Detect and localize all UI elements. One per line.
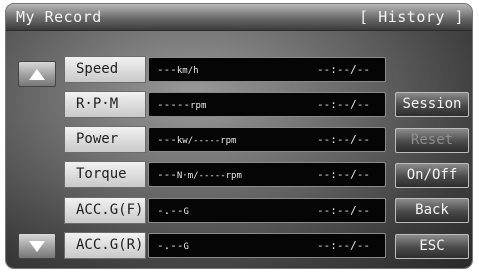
row-label: Power	[64, 126, 146, 153]
page-title: My Record	[16, 8, 102, 26]
row-value-box: -.--G --:--/--	[148, 233, 386, 258]
row-label: ACC.G(F)	[64, 197, 146, 224]
row-reading: -.--G	[157, 239, 189, 252]
record-row-accg-front[interactable]: ACC.G(F) -.--G --:--/--	[64, 197, 386, 224]
triangle-down-icon	[29, 240, 45, 252]
row-reading: -.--G	[157, 204, 189, 217]
row-value-box: ---kw/-----rpm --:--/--	[148, 127, 386, 152]
record-row-rpm[interactable]: R·P·M -----rpm --:--/--	[64, 91, 386, 118]
row-label: Speed	[64, 56, 146, 83]
row-time: --:--/--	[317, 98, 370, 111]
scroll-down-button[interactable]	[18, 233, 56, 259]
row-time: --:--/--	[317, 168, 370, 181]
row-reading: -----rpm	[157, 98, 207, 111]
row-label: R·P·M	[64, 91, 146, 118]
row-value-box: ---km/h --:--/--	[148, 57, 386, 82]
row-reading: ---km/h	[157, 63, 199, 76]
record-row-accg-rear[interactable]: ACC.G(R) -.--G --:--/--	[64, 232, 386, 259]
reset-button[interactable]: Reset	[395, 128, 469, 153]
record-screen: My Record [ History ] Speed ---km/h --:-…	[6, 4, 472, 268]
on-off-button[interactable]: On/Off	[395, 163, 469, 188]
row-label: ACC.G(R)	[64, 232, 146, 259]
history-mode-label: [ History ]	[359, 8, 464, 26]
back-button[interactable]: Back	[395, 198, 469, 223]
scroll-up-button[interactable]	[18, 61, 56, 87]
row-time: --:--/--	[317, 239, 370, 252]
row-label: Torque	[64, 161, 146, 188]
session-button[interactable]: Session	[395, 92, 469, 117]
row-value-box: ---N·m/-----rpm --:--/--	[148, 162, 386, 187]
title-bar: My Record [ History ]	[6, 4, 472, 31]
row-reading: ---N·m/-----rpm	[157, 168, 242, 181]
esc-button[interactable]: ESC	[395, 234, 469, 259]
record-row-torque[interactable]: Torque ---N·m/-----rpm --:--/--	[64, 161, 386, 188]
row-value-box: -----rpm --:--/--	[148, 92, 386, 117]
row-value-box: -.--G --:--/--	[148, 198, 386, 223]
row-time: --:--/--	[317, 204, 370, 217]
triangle-up-icon	[29, 68, 45, 80]
row-reading: ---kw/-----rpm	[157, 133, 237, 146]
record-row-power[interactable]: Power ---kw/-----rpm --:--/--	[64, 126, 386, 153]
row-time: --:--/--	[317, 63, 370, 76]
record-row-speed[interactable]: Speed ---km/h --:--/--	[64, 56, 386, 83]
row-time: --:--/--	[317, 133, 370, 146]
